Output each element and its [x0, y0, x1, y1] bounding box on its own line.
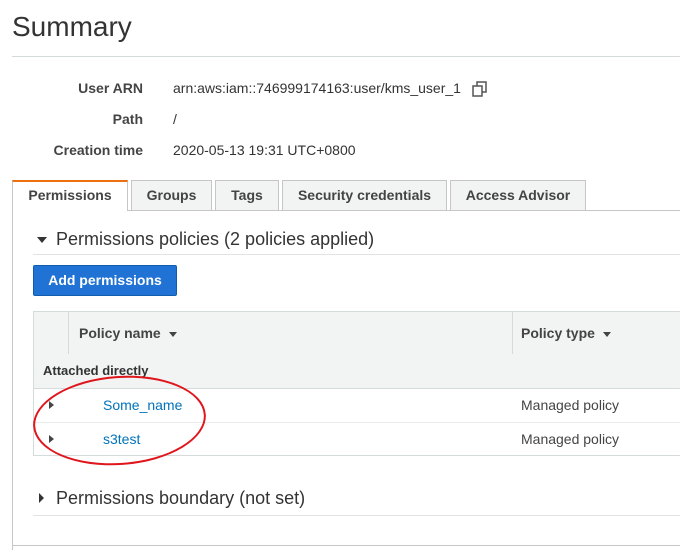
column-header-policy-type[interactable]: Policy type — [521, 324, 611, 342]
tab-security-credentials[interactable]: Security credentials — [282, 180, 447, 210]
panel-bottom-border — [12, 545, 680, 546]
path-value: / — [173, 111, 177, 127]
policy-type-value: Managed policy — [521, 397, 620, 413]
policy-type-value: Managed policy — [521, 431, 620, 447]
creation-time-label: Creation time — [53, 142, 143, 158]
copy-icon[interactable] — [471, 80, 489, 98]
section-divider — [33, 254, 680, 255]
add-permissions-button[interactable]: Add permissions — [33, 265, 177, 296]
tab-groups[interactable]: Groups — [131, 180, 212, 210]
tab-access-advisor[interactable]: Access Advisor — [450, 180, 586, 210]
sort-caret-icon — [168, 331, 177, 337]
collapse-caret-icon[interactable] — [37, 237, 47, 243]
expand-caret-icon[interactable] — [39, 493, 44, 503]
title-divider — [12, 56, 680, 57]
permissions-policies-heading[interactable]: Permissions policies (2 policies applied… — [56, 228, 374, 250]
path-label: Path — [112, 111, 143, 127]
tab-permissions[interactable]: Permissions — [12, 180, 128, 211]
page-title: Summary — [12, 11, 132, 42]
tab-tags[interactable]: Tags — [215, 180, 279, 210]
user-arn-label: User ARN — [78, 80, 143, 96]
table-header: Policy name Policy type — [34, 312, 680, 355]
creation-time-value: 2020-05-13 19:31 UTC+0800 — [173, 142, 356, 158]
panel-border — [12, 210, 13, 550]
sort-caret-icon — [602, 331, 611, 337]
user-arn-value: arn:aws:iam::746999174163:user/kms_user_… — [173, 80, 461, 96]
permissions-boundary-heading[interactable]: Permissions boundary (not set) — [56, 487, 305, 509]
column-header-policy-name[interactable]: Policy name — [79, 324, 177, 342]
section-divider — [33, 515, 680, 516]
